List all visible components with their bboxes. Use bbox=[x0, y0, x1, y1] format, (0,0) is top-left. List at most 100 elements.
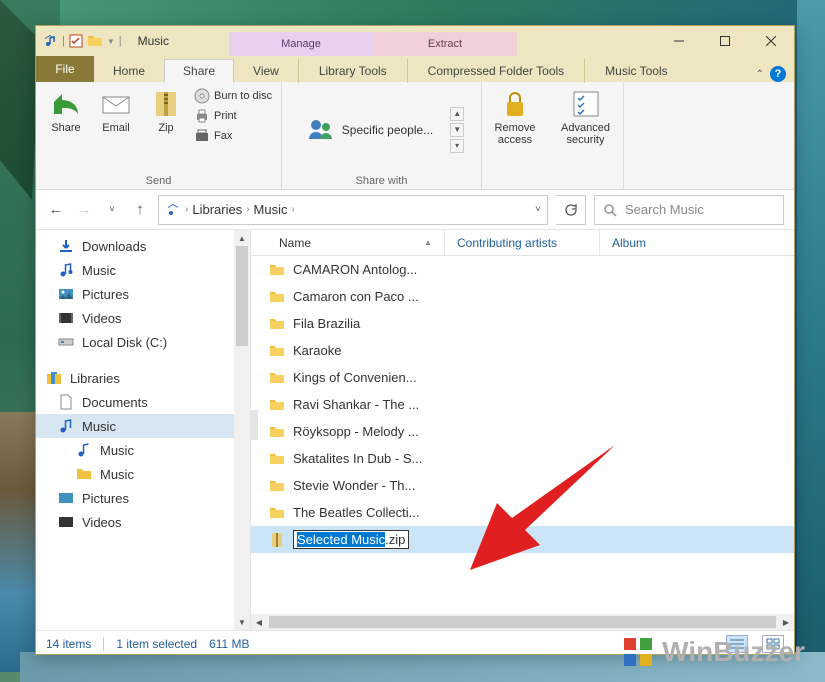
scroll-right-icon[interactable]: ▶ bbox=[778, 614, 794, 630]
scrollbar-thumb[interactable] bbox=[269, 616, 776, 628]
file-tab[interactable]: File bbox=[36, 56, 94, 82]
share-button[interactable]: Share bbox=[44, 86, 88, 136]
nav-lib-music[interactable]: Music bbox=[36, 414, 250, 438]
dropdown-icon[interactable]: ▾ bbox=[450, 139, 464, 153]
column-album[interactable]: Album bbox=[600, 230, 700, 255]
refresh-button[interactable] bbox=[556, 195, 586, 225]
forward-button[interactable]: → bbox=[74, 201, 94, 218]
back-button[interactable]: ← bbox=[46, 201, 66, 218]
email-button[interactable]: Email bbox=[94, 86, 138, 136]
status-selected-count: 1 item selected bbox=[116, 637, 197, 651]
breadcrumb-music[interactable]: Music bbox=[254, 202, 288, 217]
up-button[interactable]: ↑ bbox=[130, 201, 150, 218]
nav-videos[interactable]: Videos bbox=[36, 306, 250, 330]
remove-access-button[interactable]: Remove access bbox=[489, 86, 542, 148]
list-item[interactable]: Stevie Wonder - Th... bbox=[269, 472, 794, 499]
collapse-ribbon-button[interactable]: ⌃ bbox=[756, 69, 764, 80]
music-icon bbox=[58, 418, 74, 434]
large-icons-view-button[interactable] bbox=[762, 635, 784, 653]
zip-button[interactable]: Zip bbox=[144, 86, 188, 136]
minimize-button[interactable] bbox=[656, 26, 702, 56]
help-icon[interactable]: ? bbox=[770, 66, 786, 82]
list-item[interactable]: Kings of Convenien... bbox=[269, 364, 794, 391]
address-bar[interactable]: › Libraries › Music › ˅ bbox=[158, 195, 548, 225]
burn-button[interactable]: Burn to disc bbox=[194, 88, 272, 104]
title-bar[interactable]: | ▼ | Music Manage Extract bbox=[36, 26, 794, 56]
rename-input[interactable]: Selected Music.zip bbox=[293, 530, 409, 549]
navigation-pane: Downloads Music Pictures Videos Local Di… bbox=[36, 230, 251, 630]
nav-pictures[interactable]: Pictures bbox=[36, 282, 250, 306]
music-tools-tab[interactable]: Music Tools bbox=[584, 59, 687, 83]
extract-context-tab[interactable]: Extract bbox=[373, 32, 517, 56]
specific-people-button[interactable]: Specific people... bbox=[299, 108, 440, 152]
nav-lib-music-sub1[interactable]: Music bbox=[36, 438, 250, 462]
list-item[interactable]: The Beatles Collecti... bbox=[269, 499, 794, 526]
compressed-tools-tab[interactable]: Compressed Folder Tools bbox=[407, 59, 585, 83]
column-name[interactable]: Name▲ bbox=[267, 230, 445, 255]
address-bar-row: ← → ˅ ↑ › Libraries › Music › ˅ Search M… bbox=[36, 190, 794, 230]
print-button[interactable]: Print bbox=[194, 108, 272, 124]
nav-label: Music bbox=[82, 419, 116, 434]
horizontal-scrollbar[interactable]: ◀ ▶ bbox=[251, 614, 794, 630]
chevron-right-icon[interactable]: › bbox=[292, 204, 295, 215]
list-item[interactable]: CAMARON Antolog... bbox=[269, 256, 794, 283]
search-box[interactable]: Search Music bbox=[594, 195, 784, 225]
list-item[interactable]: Fila Brazilia bbox=[269, 310, 794, 337]
nav-libraries[interactable]: Libraries bbox=[36, 366, 250, 390]
properties-icon[interactable] bbox=[69, 34, 83, 48]
details-view-button[interactable] bbox=[726, 635, 748, 653]
nav-lib-music-sub2[interactable]: Music bbox=[36, 462, 250, 486]
nav-music[interactable]: Music bbox=[36, 258, 250, 282]
list-item[interactable]: Röyksopp - Melody ... bbox=[269, 418, 794, 445]
specific-people-label: Specific people... bbox=[342, 123, 433, 137]
list-item[interactable]: Karaoke bbox=[269, 337, 794, 364]
scroll-down-icon[interactable]: ▼ bbox=[450, 123, 464, 137]
nav-lib-videos[interactable]: Videos bbox=[36, 510, 250, 534]
chevron-right-icon[interactable]: › bbox=[185, 204, 188, 215]
file-name: The Beatles Collecti... bbox=[293, 505, 419, 520]
nav-scrollbar[interactable]: ▲ ▼ bbox=[234, 230, 250, 630]
scroll-up-icon[interactable]: ▲ bbox=[234, 230, 250, 246]
list-item[interactable]: Camaron con Paco ... bbox=[269, 283, 794, 310]
manage-context-tab[interactable]: Manage bbox=[229, 32, 373, 56]
fax-icon bbox=[194, 128, 210, 144]
dropdown-icon[interactable]: ▼ bbox=[107, 37, 115, 46]
chevron-right-icon[interactable]: › bbox=[246, 204, 249, 215]
maximize-button[interactable] bbox=[702, 26, 748, 56]
file-list[interactable]: CAMARON Antolog... Camaron con Paco ... … bbox=[251, 256, 794, 614]
view-tab[interactable]: View bbox=[234, 59, 298, 83]
people-icon bbox=[306, 115, 336, 145]
nav-lib-documents[interactable]: Documents bbox=[36, 390, 250, 414]
nav-label: Libraries bbox=[70, 371, 120, 386]
column-artists[interactable]: Contributing artists bbox=[445, 230, 600, 255]
nav-downloads[interactable]: Downloads bbox=[36, 234, 250, 258]
videos-icon bbox=[58, 310, 74, 326]
address-dropdown-icon[interactable]: ˅ bbox=[535, 204, 541, 215]
nav-lib-pictures[interactable]: Pictures bbox=[36, 486, 250, 510]
contextual-tabs: Manage Extract bbox=[229, 26, 517, 56]
nav-label: Videos bbox=[82, 311, 122, 326]
list-item[interactable]: Skatalites In Dub - S... bbox=[269, 445, 794, 472]
scroll-down-icon[interactable]: ▼ bbox=[234, 614, 250, 630]
recent-locations-button[interactable]: ˅ bbox=[102, 204, 122, 215]
nav-local-disk[interactable]: Local Disk (C:) bbox=[36, 330, 250, 354]
download-icon bbox=[58, 238, 74, 254]
close-button[interactable] bbox=[748, 26, 794, 56]
sort-asc-icon: ▲ bbox=[424, 238, 432, 247]
scrollbar-thumb[interactable] bbox=[236, 246, 248, 346]
explorer-window: | ▼ | Music Manage Extract File Home Sha… bbox=[35, 25, 795, 655]
fax-button[interactable]: Fax bbox=[194, 128, 272, 144]
share-tab[interactable]: Share bbox=[164, 59, 234, 83]
folder-icon[interactable] bbox=[87, 33, 103, 49]
music-library-icon bbox=[42, 33, 58, 49]
scroll-left-icon[interactable]: ◀ bbox=[251, 614, 267, 630]
advanced-security-button[interactable]: Advanced security bbox=[555, 86, 616, 148]
list-item[interactable]: Ravi Shankar - The ... bbox=[269, 391, 794, 418]
scroll-up-icon[interactable]: ▲ bbox=[450, 107, 464, 121]
home-tab[interactable]: Home bbox=[94, 59, 164, 83]
folder-icon bbox=[269, 262, 285, 278]
library-tools-tab[interactable]: Library Tools bbox=[298, 59, 407, 83]
list-item-renaming[interactable]: Selected Music.zip bbox=[251, 526, 794, 553]
nav-label: Music bbox=[100, 443, 134, 458]
breadcrumb-libraries[interactable]: Libraries bbox=[192, 202, 242, 217]
